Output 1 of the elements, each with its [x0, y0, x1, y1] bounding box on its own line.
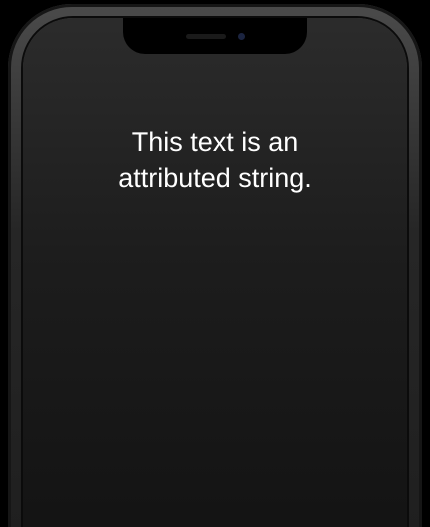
- screen-text: This text is an attributed string.: [117, 126, 313, 195]
